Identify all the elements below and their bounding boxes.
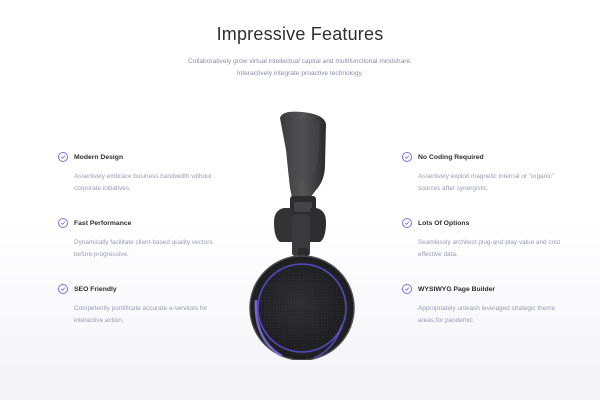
check-circle-icon bbox=[58, 218, 68, 228]
feature-description: Assertively embrace business bandwidth w… bbox=[74, 173, 212, 192]
check-circle-icon bbox=[58, 284, 68, 294]
feature-title: Modern Design bbox=[74, 153, 124, 161]
feature-title: WYSIWYG Page Builder bbox=[418, 285, 496, 293]
feature-no-coding-required: No Coding Required Assertively exploit m… bbox=[402, 151, 572, 195]
feature-lots-of-options: Lots Of Options Seamlessly architect plu… bbox=[402, 217, 572, 261]
feature-fast-performance: Fast Performance Dynamically facilitate … bbox=[58, 217, 228, 261]
check-circle-icon bbox=[58, 152, 68, 162]
feature-title: Fast Performance bbox=[74, 219, 132, 227]
feature-description: Appropriately unleash leveraged strategi… bbox=[418, 305, 556, 324]
feature-description: Assertively exploit magnetic internal or… bbox=[418, 173, 555, 192]
headphones-image bbox=[249, 111, 355, 360]
check-circle-icon bbox=[402, 152, 412, 162]
feature-title: No Coding Required bbox=[418, 153, 484, 161]
feature-modern-design: Modern Design Assertively embrace busine… bbox=[58, 151, 228, 195]
feature-description: Competently pontificate accurate e-servi… bbox=[74, 305, 208, 324]
feature-title: SEO Friendly bbox=[74, 285, 117, 293]
feature-wysiwyg-page-builder: WYSIWYG Page Builder Appropriately unlea… bbox=[402, 283, 572, 327]
check-circle-icon bbox=[402, 284, 412, 294]
check-circle-icon bbox=[402, 218, 412, 228]
feature-description: Seamlessly architect plug-and-play value… bbox=[418, 239, 561, 258]
feature-seo-friendly: SEO Friendly Competently pontificate acc… bbox=[58, 283, 228, 327]
feature-title: Lots Of Options bbox=[418, 219, 470, 227]
feature-description: Dynamically facilitate client-based qual… bbox=[74, 239, 213, 258]
page-subtitle: Collaboratively grow virtual intellectua… bbox=[188, 58, 412, 77]
page-title: Impressive Features bbox=[216, 24, 384, 44]
